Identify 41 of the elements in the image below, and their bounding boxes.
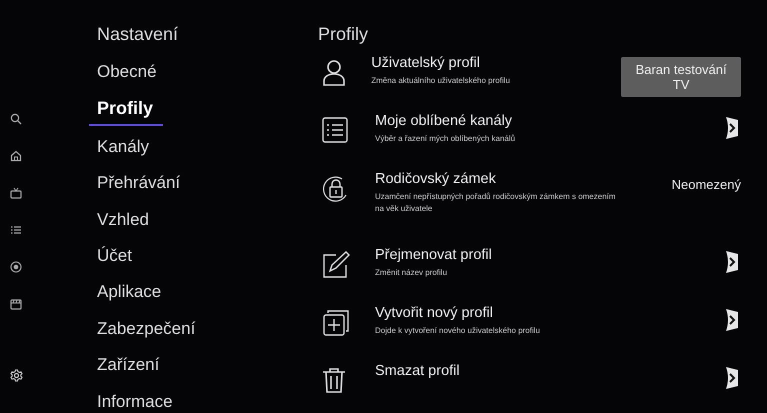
chevron-button-icon[interactable] xyxy=(723,365,741,391)
option-description: Výběr a řazení mých oblíbených kanálů xyxy=(375,133,516,145)
option-title: Moje oblíbené kanály xyxy=(375,113,514,129)
search-icon[interactable] xyxy=(10,113,22,125)
option-title: Přejmenovat profil xyxy=(375,247,493,263)
chevron-button-icon[interactable] xyxy=(723,307,741,333)
menu-title: Nastavení xyxy=(97,24,180,46)
clapperboard-icon[interactable] xyxy=(10,298,22,310)
trash-icon xyxy=(322,367,346,393)
option-description: Změnit název profilu xyxy=(375,267,448,279)
list-icon[interactable] xyxy=(10,224,22,236)
home-icon[interactable] xyxy=(10,150,22,162)
menu-item[interactable]: Zabezpečení xyxy=(97,318,196,356)
chevron-button-icon[interactable] xyxy=(723,115,741,141)
option-description: Uzamčení nepřístupných pořadů rodičovským zámkem s omezením na věk uživatele xyxy=(375,191,617,214)
option-title: Rodičovský zámek xyxy=(375,171,497,187)
chevron-button-icon[interactable] xyxy=(723,249,741,275)
option-description: Změna aktuálního uživatelského profilu xyxy=(371,75,511,87)
menu-item[interactable]: Zařízení xyxy=(97,355,160,392)
option-value: Neomezený xyxy=(672,176,741,192)
profile-button[interactable]: Baran testování TV xyxy=(621,57,741,97)
record-icon[interactable] xyxy=(10,261,22,273)
menu-item[interactable]: Aplikace xyxy=(97,282,162,319)
settings-icon[interactable] xyxy=(10,369,23,382)
page-title: Profily xyxy=(318,24,370,45)
add-icon xyxy=(322,309,350,337)
menu-item[interactable]: Účet xyxy=(97,246,132,282)
option-title: Uživatelský profil xyxy=(371,55,481,71)
edit-icon xyxy=(322,251,350,279)
menu-item[interactable]: Obecné xyxy=(97,62,157,98)
tv-icon[interactable] xyxy=(10,187,22,199)
menu-item[interactable]: Profily xyxy=(89,98,164,126)
menu-item[interactable]: Kanály xyxy=(97,136,149,174)
option-description: Dojde k vytvoření nového uživatelského profilu xyxy=(375,325,541,337)
menu-item[interactable]: Vzhled xyxy=(97,210,149,246)
option-title: Smazat profil xyxy=(375,363,461,379)
menu-item[interactable]: Informace xyxy=(97,392,173,413)
option-title: Vytvořit nový profil xyxy=(375,305,494,321)
person-icon xyxy=(322,59,346,87)
menu-item[interactable]: Přehrávání xyxy=(97,173,180,210)
list-icon xyxy=(322,117,348,143)
